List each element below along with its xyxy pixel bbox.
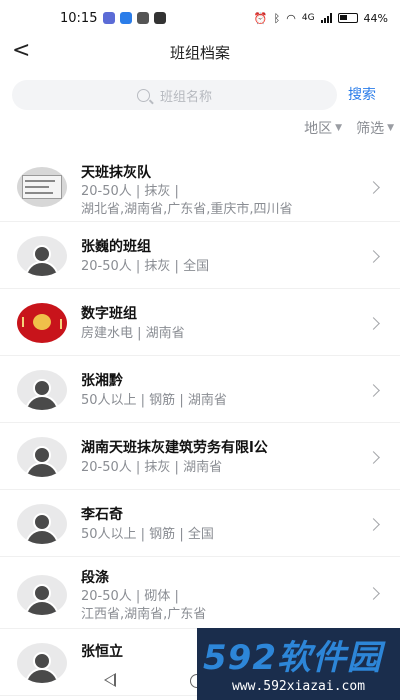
team-meta: 20-50人 | 砌体 |	[81, 589, 179, 604]
filter-bar: 地区 ▼ 筛选 ▼	[304, 118, 394, 138]
app-notification-icon	[103, 12, 116, 24]
region-filter-label: 地区	[304, 121, 333, 137]
team-avatar	[17, 236, 67, 276]
battery-icon	[337, 13, 358, 23]
team-regions: 湖北省,湖南省,广东省,重庆市,四川省	[81, 202, 293, 217]
chevron-right-icon	[367, 250, 380, 263]
team-meta: 20-50人 | 抹灰 |	[81, 184, 179, 199]
alarm-icon: ⏰	[253, 11, 268, 25]
app-notification-icon	[120, 12, 133, 24]
bluetooth-icon: ᛒ	[273, 11, 281, 25]
page-title: 班组档案	[169, 44, 230, 62]
team-avatar	[17, 437, 67, 477]
caret-down-icon: ▼	[387, 123, 394, 133]
team-avatar	[17, 643, 67, 683]
team-name: 数字班组	[81, 306, 137, 322]
team-avatar	[17, 370, 67, 410]
chevron-right-icon	[367, 518, 380, 531]
watermark-url: www.592xiazai.com	[231, 679, 366, 694]
status-time: 10:15	[60, 10, 98, 26]
chevron-right-icon	[367, 451, 380, 464]
watermark-logo: 592软件园	[203, 638, 382, 678]
team-meta: 50人以上 | 钢筋 | 湖南省	[81, 393, 227, 408]
search-placeholder: 班组名称	[159, 89, 212, 105]
caret-down-icon: ▼	[335, 123, 343, 133]
header: < 班组档案	[0, 36, 400, 68]
team-list-item[interactable]: 天班抹灰队 20-50人 | 抹灰 | 湖北省,湖南省,广东省,重庆市,四川省	[0, 150, 400, 222]
team-list-item[interactable]: 李石奇 50人以上 | 钢筋 | 全国	[0, 490, 400, 557]
team-list: 天班抹灰队 20-50人 | 抹灰 | 湖北省,湖南省,广东省,重庆市,四川省 …	[0, 150, 400, 696]
team-avatar	[17, 575, 67, 615]
signal-icon	[320, 13, 332, 23]
screen: 10:15 ⏰ ᛒ ◠ 4G 44% < 班组档案 班组名称 搜索 地区 ▼ 筛…	[0, 0, 400, 700]
team-name: 张恒立	[81, 644, 123, 660]
chevron-right-icon	[367, 587, 380, 600]
wifi-icon: ◠	[286, 11, 296, 25]
filter-dropdown-label: 筛选	[356, 121, 385, 137]
region-filter[interactable]: 地区 ▼	[304, 118, 342, 138]
watermark: 592软件园 www.592xiazai.com	[197, 628, 400, 700]
team-avatar	[17, 303, 67, 343]
status-bar: 10:15 ⏰ ᛒ ◠ 4G 44%	[0, 0, 400, 36]
search-input[interactable]: 班组名称	[12, 80, 337, 110]
team-name: 李石奇	[81, 507, 123, 523]
team-meta: 20-50人 | 抹灰 | 全国	[81, 259, 210, 274]
chevron-right-icon	[367, 384, 380, 397]
team-list-item[interactable]: 张湘黔 50人以上 | 钢筋 | 湖南省	[0, 356, 400, 423]
team-name: 湖南天班抹灰建筑劳务有限l公	[81, 440, 268, 456]
app-notification-icon	[137, 12, 150, 24]
battery-percent: 44%	[363, 11, 388, 25]
team-regions: 江西省,湖南省,广东省	[81, 607, 207, 622]
team-list-item[interactable]: 数字班组 房建水电 | 湖南省	[0, 289, 400, 356]
team-name: 张湘黔	[81, 373, 123, 389]
team-meta: 50人以上 | 钢筋 | 全国	[81, 527, 214, 542]
team-name: 天班抹灰队	[81, 165, 151, 181]
network-type: 4G	[301, 13, 315, 23]
team-name: 段涤	[81, 570, 109, 586]
chevron-right-icon	[367, 317, 380, 330]
team-list-item[interactable]: 段涤 20-50人 | 砌体 | 江西省,湖南省,广东省	[0, 557, 400, 629]
team-avatar	[17, 167, 67, 207]
team-name: 张巍的班组	[81, 239, 151, 255]
search-button[interactable]: 搜索	[348, 84, 376, 104]
team-list-item[interactable]: 湖南天班抹灰建筑劳务有限l公 20-50人 | 抹灰 | 湖南省	[0, 423, 400, 490]
team-meta: 20-50人 | 抹灰 | 湖南省	[81, 460, 223, 475]
team-meta: 房建水电 | 湖南省	[81, 326, 185, 341]
search-icon	[136, 88, 150, 102]
chevron-right-icon	[367, 181, 380, 194]
team-list-item[interactable]: 张巍的班组 20-50人 | 抹灰 | 全国	[0, 222, 400, 289]
nav-back-button[interactable]	[104, 673, 116, 687]
upload-icon	[154, 12, 167, 24]
filter-dropdown[interactable]: 筛选 ▼	[356, 118, 394, 138]
team-avatar	[17, 504, 67, 544]
